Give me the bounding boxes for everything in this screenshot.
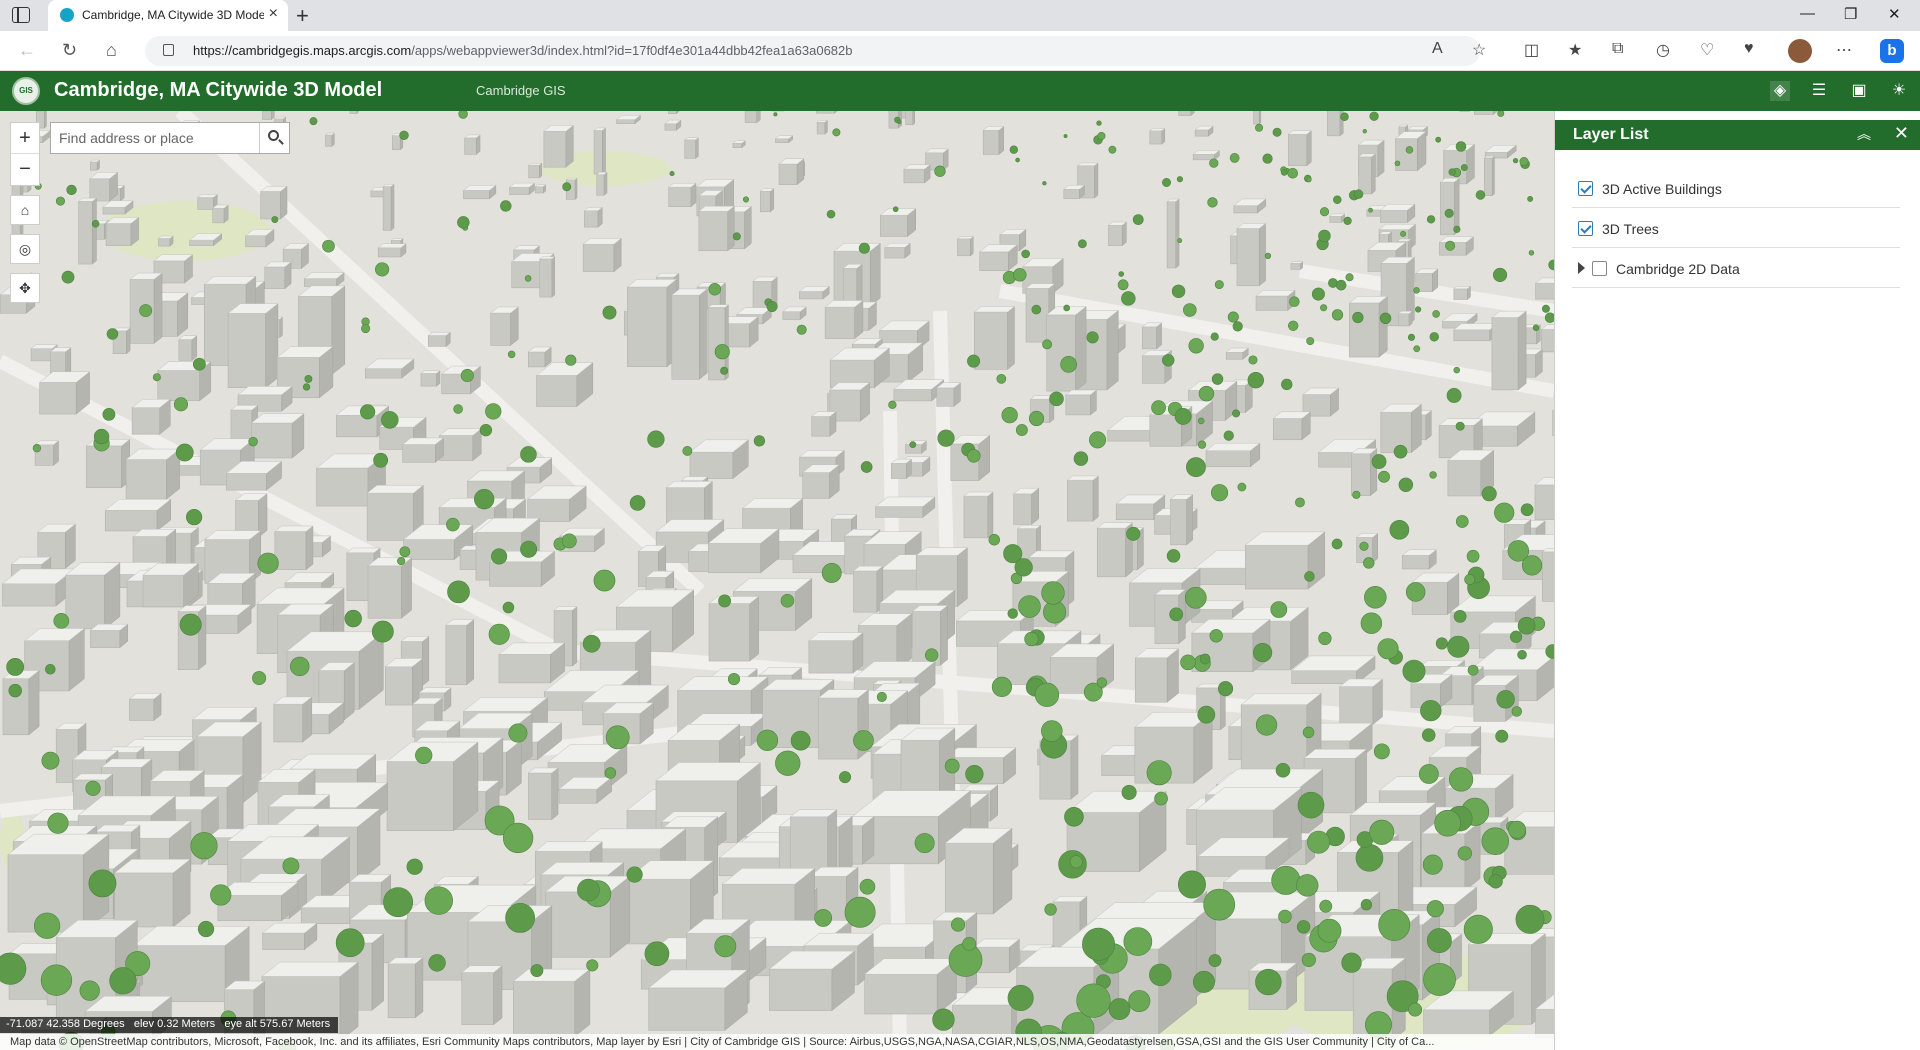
back-icon[interactable]: ← [18, 40, 36, 61]
read-aloud-icon[interactable]: A [1432, 40, 1443, 58]
more-menu-icon[interactable]: ⋯ [1836, 40, 1852, 60]
navigation-toggle-button[interactable]: ✥ [10, 273, 40, 303]
layer-item[interactable]: 3D Trees [1572, 208, 1900, 248]
map-canvas[interactable] [0, 111, 1554, 1050]
locate-icon: ◎ [18, 241, 32, 257]
collections-icon[interactable]: ⧉ [1612, 40, 1623, 58]
favorite-star-icon[interactable]: ☆ [1472, 40, 1486, 60]
locate-button[interactable]: ◎ [10, 234, 40, 264]
layer-label: 3D Trees [1602, 221, 1659, 237]
zoom-in-button[interactable]: + [11, 123, 39, 154]
tab-title: Cambridge, MA Citywide 3D Model [82, 8, 264, 22]
url-text[interactable]: https://cambridgegis.maps.arcgis.com/app… [193, 43, 853, 58]
expand-caret-icon[interactable] [1578, 262, 1585, 274]
profile-avatar[interactable] [1788, 39, 1812, 63]
layer-item[interactable]: 3D Active Buildings [1572, 168, 1900, 208]
zoom-out-button[interactable]: − [11, 154, 39, 185]
app-subtitle: Cambridge GIS [476, 83, 566, 98]
browser-tab[interactable]: Cambridge, MA Citywide 3D Model × [48, 0, 288, 31]
layer-label: Cambridge 2D Data [1616, 261, 1740, 277]
map-attribution: Map data © OpenStreetMap contributors, M… [0, 1034, 1554, 1050]
cambridge-gis-logo: GIS [12, 77, 40, 105]
address-row: ← ↻ ⌂ https://cambridgegis.maps.arcgis.c… [0, 31, 1920, 71]
url-host: https://cambridgegis.maps.arcgis.com [193, 43, 412, 58]
map-scene[interactable] [0, 111, 1554, 1050]
home-view-button[interactable]: ⌂ [10, 195, 40, 225]
layer-checkbox[interactable] [1592, 261, 1607, 276]
home-icon[interactable]: ⌂ [106, 40, 117, 61]
layer-item[interactable]: Cambridge 2D Data [1572, 248, 1900, 288]
minimize-icon[interactable]: — [1800, 5, 1815, 22]
app-title: Cambridge, MA Citywide 3D Model [54, 79, 383, 101]
coords-text: -71.087 42.358 Degrees [6, 1018, 125, 1030]
search-icon-handle [278, 139, 284, 145]
layer-label: 3D Active Buildings [1602, 181, 1722, 197]
layer-checkbox[interactable] [1578, 221, 1593, 236]
window-close-icon[interactable]: ✕ [1888, 5, 1901, 23]
browser-essentials-icon[interactable]: ♥ [1744, 40, 1754, 58]
new-tab-icon[interactable]: + [296, 3, 309, 29]
eye-alt-text: eye alt 575.67 Meters [224, 1018, 331, 1030]
layer-list-header: Layer List ︽ ✕ [1555, 120, 1920, 150]
search-widget [50, 122, 290, 154]
copilot-icon[interactable]: b [1880, 39, 1904, 63]
sidebar-toggle-icon[interactable] [12, 7, 30, 23]
legend-list-icon[interactable]: ☰ [1809, 81, 1829, 101]
search-icon [268, 130, 279, 141]
search-input[interactable] [51, 123, 259, 153]
elev-text: elev 0.32 Meters [133, 1018, 216, 1030]
restore-icon[interactable]: ❐ [1844, 5, 1857, 23]
close-panel-icon[interactable]: ✕ [1894, 123, 1909, 144]
layer-list-title: Layer List [1573, 126, 1649, 143]
extensions-icon[interactable]: ♡ [1700, 40, 1714, 60]
search-button[interactable] [259, 123, 289, 153]
zoom-control: + − [10, 122, 40, 186]
daylight-icon[interactable]: ☀ [1889, 81, 1909, 101]
refresh-icon[interactable]: ↻ [62, 40, 77, 61]
browser-tabstrip: Cambridge, MA Citywide 3D Model × + — ❐ … [0, 0, 1920, 31]
basemap-icon[interactable]: ▣ [1849, 81, 1869, 101]
layer-list-panel: Layer List ︽ ✕ 3D Active Buildings 3D Tr… [1554, 111, 1920, 1050]
history-icon[interactable]: ◷ [1656, 40, 1670, 60]
app-header: GIS Cambridge, MA Citywide 3D Model Camb… [0, 71, 1920, 111]
url-path: /apps/webappviewer3d/index.html?id=17f0d… [411, 43, 853, 58]
layers-icon[interactable]: ◈ [1770, 81, 1790, 101]
collapse-panel-icon[interactable]: ︽ [1857, 124, 1871, 144]
lock-icon [163, 44, 174, 56]
logo-text: GIS [19, 86, 33, 95]
address-bar[interactable]: https://cambridgegis.maps.arcgis.com/app… [145, 36, 1480, 66]
favorites-icon[interactable]: ★ [1568, 40, 1582, 60]
coordinate-readout: -71.087 42.358 Degrees elev 0.32 Meters … [0, 1017, 339, 1033]
site-favicon-icon [60, 8, 74, 22]
pan-arrows-icon: ✥ [19, 280, 31, 296]
layer-checkbox[interactable] [1578, 181, 1593, 196]
split-screen-icon[interactable]: ◫ [1524, 40, 1539, 60]
home-icon: ⌂ [20, 202, 30, 218]
tab-close-icon[interactable]: × [269, 5, 278, 23]
